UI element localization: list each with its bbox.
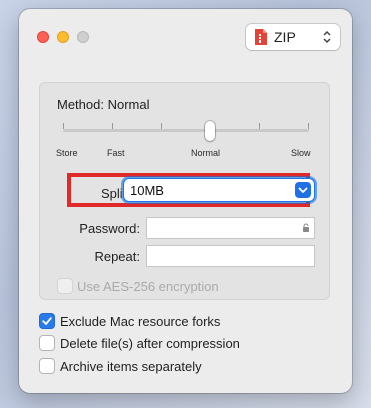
level-label-fast: Fast [107, 148, 125, 158]
lock-icon [303, 223, 309, 232]
repeat-password-field[interactable] [147, 246, 314, 266]
level-label-slow: Slow [291, 148, 311, 158]
slider-tick [63, 123, 64, 129]
archive-separately-checkbox[interactable] [40, 359, 54, 373]
split-size-value: 10MB [130, 183, 164, 198]
chevron-down-icon [298, 187, 308, 193]
zoom-window-button[interactable] [77, 31, 89, 43]
method-label: Method: Normal [57, 97, 150, 112]
password-field[interactable] [147, 218, 314, 238]
archive-format-select[interactable]: ZIP [246, 24, 340, 50]
zip-document-icon [255, 29, 267, 45]
checkmark-icon [42, 317, 52, 325]
archive-separately-label: Archive items separately [60, 359, 202, 374]
exclude-resource-forks-label: Exclude Mac resource forks [60, 314, 221, 329]
repeat-label: Repeat: [94, 249, 140, 264]
delete-after-compression-checkbox[interactable] [40, 336, 54, 350]
split-dropdown-button[interactable] [295, 182, 311, 198]
slider-tick [161, 123, 162, 129]
slider-tick [308, 123, 309, 129]
compression-settings-group: Method: Normal Store Fast Normal Slow Sp… [39, 82, 330, 300]
compression-level-slider[interactable] [63, 129, 309, 132]
level-label-normal: Normal [191, 148, 221, 158]
archive-format-value: ZIP [274, 29, 296, 45]
minimize-window-button[interactable] [57, 31, 69, 43]
split-size-select[interactable]: 10MB [124, 179, 314, 201]
delete-after-compression-label: Delete file(s) after compression [60, 336, 240, 351]
up-down-chevron-icon [323, 30, 331, 44]
exclude-resource-forks-checkbox[interactable] [40, 314, 54, 328]
level-label-store: Store [56, 148, 78, 158]
close-window-button[interactable] [37, 31, 49, 43]
slider-tick [259, 123, 260, 129]
password-label: Password: [79, 221, 140, 236]
compression-level-knob[interactable] [205, 121, 215, 141]
aes-encryption-label: Use AES-256 encryption [77, 279, 219, 294]
slider-tick [112, 123, 113, 129]
aes-encryption-checkbox[interactable] [58, 279, 72, 293]
archive-settings-window: ZIP Method: Normal Store Fast Normal Slo… [19, 9, 352, 393]
